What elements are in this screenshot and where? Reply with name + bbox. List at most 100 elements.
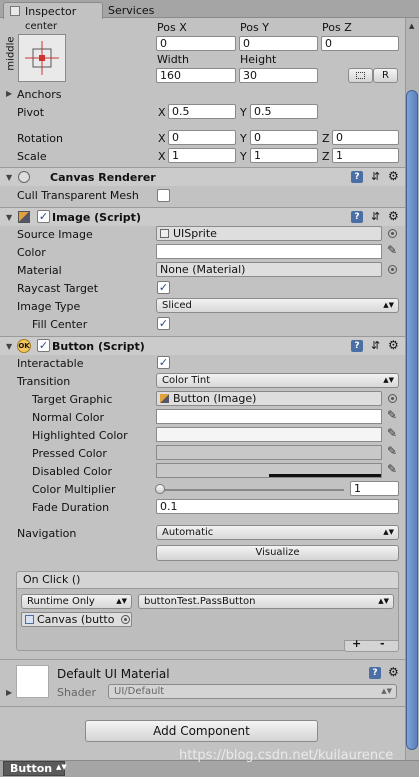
eyedropper-icon[interactable]: ✎ bbox=[387, 243, 397, 257]
help-icon[interactable]: ? bbox=[351, 171, 363, 183]
visualize-button[interactable]: Visualize bbox=[156, 545, 399, 561]
target-graphic-field[interactable]: Button (Image) bbox=[156, 391, 382, 406]
eyedropper-icon[interactable]: ✎ bbox=[387, 426, 397, 440]
pos-x-field[interactable]: 0 bbox=[156, 36, 236, 51]
scale-x-field[interactable]: 1 bbox=[168, 148, 236, 163]
image-type-dropdown[interactable]: Sliced ▲▼ bbox=[156, 298, 399, 313]
raycast-target-checkbox[interactable]: ✓ bbox=[157, 281, 170, 294]
button-header[interactable]: ▼ OK ✓ Button (Script) ? ⇵ ⚙ bbox=[0, 337, 405, 355]
material-field[interactable]: None (Material) bbox=[156, 262, 382, 277]
gear-icon[interactable]: ⚙ bbox=[388, 665, 399, 679]
normal-color-swatch[interactable] bbox=[156, 409, 382, 424]
runtime-dropdown[interactable]: Runtime Only ▲▼ bbox=[21, 594, 132, 609]
divider bbox=[0, 706, 405, 707]
gear-icon[interactable]: ⚙ bbox=[388, 338, 399, 352]
canvas-renderer-header[interactable]: ▼ Canvas Renderer ? ⇵ ⚙ bbox=[0, 168, 405, 186]
color-swatch[interactable] bbox=[156, 244, 382, 259]
anchors-foldout-icon[interactable]: ▶ bbox=[6, 89, 12, 98]
image-header[interactable]: ▼ ✓ Image (Script) ? ⇵ ⚙ bbox=[0, 208, 405, 226]
source-image-label: Source Image bbox=[17, 228, 93, 241]
gear-icon[interactable]: ⚙ bbox=[388, 209, 399, 223]
help-icon[interactable]: ? bbox=[351, 211, 363, 223]
add-listener-button[interactable]: + bbox=[352, 637, 361, 650]
dropdown-arrow-icon: ▲▼ bbox=[116, 597, 127, 605]
eyedropper-icon[interactable]: ✎ bbox=[387, 462, 397, 476]
disabled-color-label: Disabled Color bbox=[32, 465, 113, 478]
pivot-x-field[interactable]: 0.5 bbox=[168, 104, 236, 119]
transition-dropdown[interactable]: Color Tint ▲▼ bbox=[156, 373, 399, 388]
object-picker-icon[interactable] bbox=[388, 229, 397, 238]
color-multiplier-slider-thumb[interactable] bbox=[155, 484, 165, 494]
object-field[interactable]: Canvas (butto bbox=[21, 612, 132, 627]
add-component-button[interactable]: Add Component bbox=[85, 720, 318, 742]
dotted-rect-icon bbox=[356, 72, 365, 79]
object-name-field[interactable]: Button ▲▼ bbox=[3, 761, 67, 776]
raw-edit-button[interactable]: R bbox=[373, 68, 398, 83]
shader-dropdown[interactable]: UI/Default ▲▼ bbox=[108, 684, 397, 699]
eyedropper-icon[interactable]: ✎ bbox=[387, 408, 397, 422]
rot-y-field[interactable]: 0 bbox=[250, 130, 318, 145]
pivot-x-axis: X bbox=[158, 106, 166, 119]
help-icon[interactable]: ? bbox=[351, 340, 363, 352]
transition-label: Transition bbox=[17, 375, 71, 388]
pos-z-field[interactable]: 0 bbox=[321, 36, 399, 51]
color-multiplier-slider-track[interactable] bbox=[158, 489, 344, 491]
fill-center-checkbox[interactable]: ✓ bbox=[157, 317, 170, 330]
pos-y-label: Pos Y bbox=[240, 21, 269, 34]
image-enabled-checkbox[interactable]: ✓ bbox=[37, 210, 50, 223]
fade-duration-field[interactable]: 0.1 bbox=[156, 499, 399, 514]
blueprint-mode-button[interactable] bbox=[348, 68, 373, 83]
tab-inspector-label: Inspector bbox=[25, 5, 77, 18]
material-foldout-icon[interactable]: ▶ bbox=[6, 688, 12, 697]
pressed-color-swatch[interactable] bbox=[156, 445, 382, 460]
function-dropdown[interactable]: buttonTest.PassButton ▲▼ bbox=[138, 594, 394, 609]
color-multiplier-field[interactable]: 1 bbox=[350, 481, 399, 496]
cull-transparent-checkbox[interactable] bbox=[157, 189, 170, 202]
eyedropper-icon[interactable]: ✎ bbox=[387, 444, 397, 458]
preset-icon[interactable]: ⇵ bbox=[371, 210, 380, 223]
pos-y-field[interactable]: 0 bbox=[239, 36, 318, 51]
rot-z-field[interactable]: 0 bbox=[332, 130, 399, 145]
tab-inspector[interactable]: Inspector bbox=[3, 2, 103, 19]
foldout-icon[interactable]: ▼ bbox=[6, 213, 12, 222]
button-enabled-checkbox[interactable]: ✓ bbox=[37, 339, 50, 352]
button-title: Button (Script) bbox=[52, 340, 145, 353]
scroll-up-arrow-icon[interactable]: ▲ bbox=[409, 22, 414, 30]
dropdown-arrow-icon: ▲▼ bbox=[381, 687, 392, 695]
anchors-label[interactable]: Anchors bbox=[17, 88, 62, 101]
pivot-y-axis: Y bbox=[240, 106, 247, 119]
image-component-icon bbox=[18, 211, 30, 223]
interactable-checkbox[interactable]: ✓ bbox=[157, 356, 170, 369]
foldout-icon[interactable]: ▼ bbox=[6, 342, 12, 351]
anchor-preset-button[interactable] bbox=[18, 34, 66, 82]
highlighted-color-label: Highlighted Color bbox=[32, 429, 128, 442]
tab-services[interactable]: Services bbox=[108, 4, 154, 17]
rot-x-field[interactable]: 0 bbox=[168, 130, 236, 145]
disabled-color-swatch[interactable] bbox=[156, 463, 382, 478]
dropdown-arrow-icon: ▲▼ bbox=[56, 763, 67, 771]
gear-icon[interactable]: ⚙ bbox=[388, 169, 399, 183]
navigation-dropdown[interactable]: Automatic ▲▼ bbox=[156, 525, 399, 540]
pivot-y-field[interactable]: 0.5 bbox=[250, 104, 318, 119]
object-picker-icon[interactable] bbox=[121, 615, 130, 624]
source-image-value: UISprite bbox=[173, 227, 217, 240]
help-icon[interactable]: ? bbox=[369, 667, 381, 679]
rot-y-axis: Y bbox=[240, 132, 247, 145]
scrollbar-thumb[interactable] bbox=[406, 90, 418, 750]
preset-icon[interactable]: ⇵ bbox=[371, 170, 380, 183]
material-preview bbox=[16, 665, 49, 698]
foldout-icon[interactable]: ▼ bbox=[6, 173, 12, 182]
scale-y-field[interactable]: 1 bbox=[250, 148, 318, 163]
object-picker-icon[interactable] bbox=[388, 265, 397, 274]
scale-z-field[interactable]: 1 bbox=[332, 148, 399, 163]
object-picker-icon[interactable] bbox=[388, 394, 397, 403]
source-image-field[interactable]: UISprite bbox=[156, 226, 382, 241]
fade-duration-label: Fade Duration bbox=[32, 501, 110, 514]
height-field[interactable]: 30 bbox=[239, 68, 318, 83]
remove-listener-button[interactable]: - bbox=[380, 637, 385, 650]
scale-z-axis: Z bbox=[322, 150, 330, 163]
width-field[interactable]: 160 bbox=[156, 68, 236, 83]
dropdown-arrow-icon: ▲▼ bbox=[383, 376, 394, 384]
preset-icon[interactable]: ⇵ bbox=[371, 339, 380, 352]
highlighted-color-swatch[interactable] bbox=[156, 427, 382, 442]
